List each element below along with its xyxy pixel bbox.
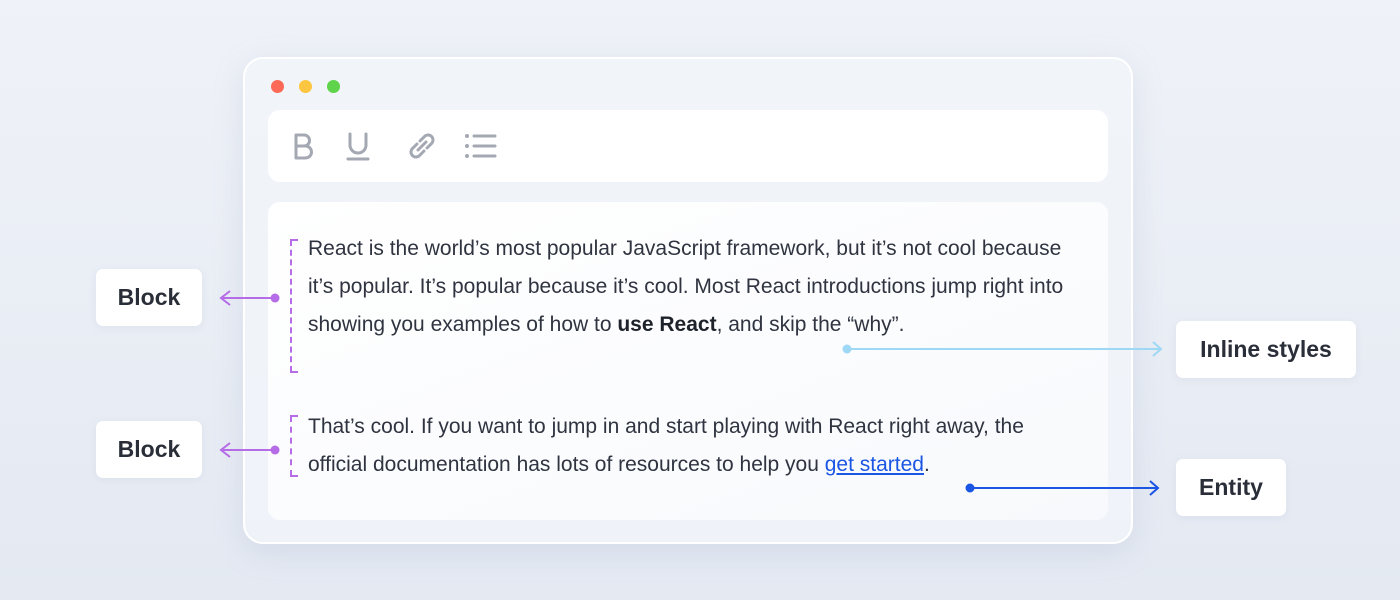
list-button[interactable]: [462, 128, 498, 164]
formatting-toolbar: [268, 110, 1108, 182]
bold-icon: [294, 133, 313, 160]
list-icon: [465, 134, 497, 158]
paragraph-block-2[interactable]: That’s cool. If you want to jump in and …: [308, 408, 1088, 484]
block-2-bracket: [290, 415, 298, 477]
get-started-link-entity[interactable]: get started: [825, 453, 924, 476]
bold-inline-style: use React: [617, 313, 717, 336]
bold-button[interactable]: [284, 128, 320, 164]
editor-window: React is the world’s most popular JavaSc…: [243, 57, 1133, 544]
link-icon: [409, 133, 435, 159]
paragraph-block-1[interactable]: React is the world’s most popular JavaSc…: [308, 230, 1088, 344]
link-button[interactable]: [404, 128, 440, 164]
inline-styles-label: Inline styles: [1176, 321, 1356, 378]
editor-content[interactable]: React is the world’s most popular JavaSc…: [268, 202, 1108, 520]
paragraph-2-text-end: .: [923, 453, 930, 476]
underline-button[interactable]: [340, 128, 376, 164]
close-window-button[interactable]: [271, 80, 284, 93]
maximize-window-button[interactable]: [327, 80, 340, 93]
block-1-bracket: [290, 239, 298, 373]
block-label-1: Block: [96, 269, 202, 326]
entity-label: Entity: [1176, 459, 1286, 516]
underline-icon: [346, 132, 370, 161]
paragraph-1-text-end: , and skip the “why”.: [716, 313, 905, 336]
block-label-2: Block: [96, 421, 202, 478]
minimize-window-button[interactable]: [299, 80, 312, 93]
